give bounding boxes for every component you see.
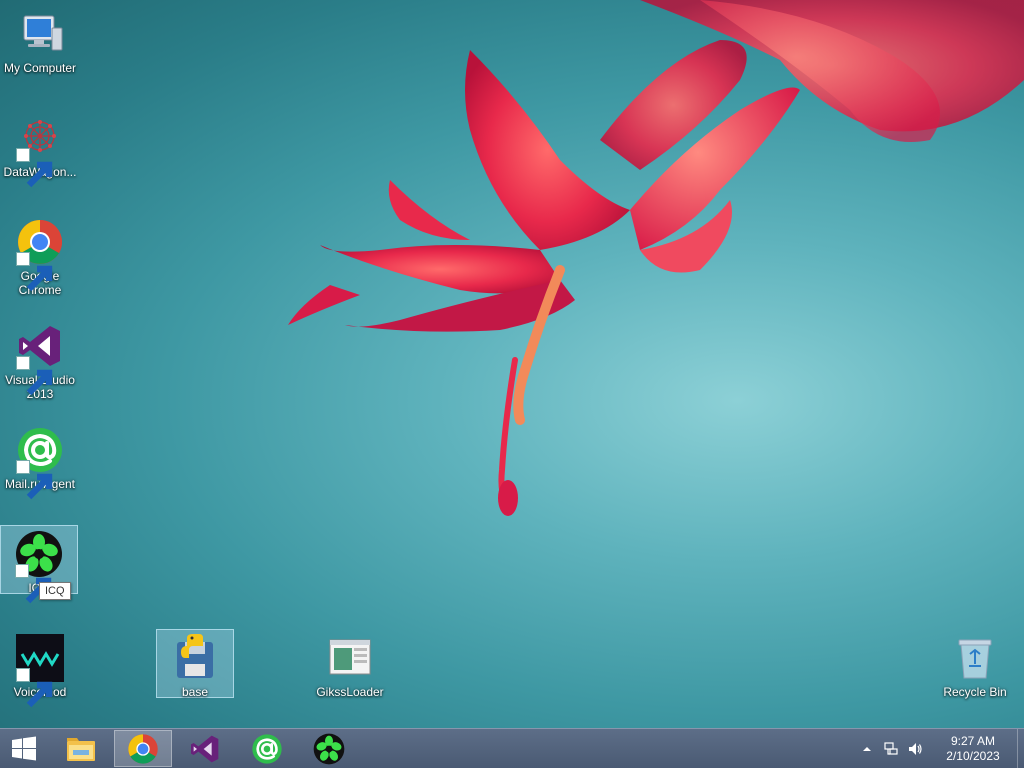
shortcut-arrow-icon	[16, 668, 53, 708]
taskbar-chrome[interactable]	[114, 730, 172, 767]
chevron-up-icon	[863, 746, 871, 751]
visual-studio-icon	[16, 322, 64, 396]
wallpaper-flower	[288, 0, 1024, 516]
datawagon-icon	[16, 114, 64, 188]
icq-icon	[313, 733, 345, 764]
windows-logo-icon	[12, 736, 36, 760]
icq-icon	[15, 530, 63, 604]
desktop-icon-label: base	[181, 685, 209, 699]
network-tray-button[interactable]	[879, 737, 903, 761]
mailru-agent-icon	[16, 426, 64, 500]
shortcut-arrow-icon	[16, 460, 53, 500]
taskbar-icq[interactable]	[300, 730, 358, 767]
volume-tray-button[interactable]	[903, 737, 927, 761]
shortcut-arrow-icon	[15, 564, 52, 604]
clock-date: 2/10/2023	[946, 748, 1000, 763]
chrome-icon	[16, 218, 64, 292]
taskbar: 9:27 AM 2/10/2023	[0, 728, 1024, 768]
visual-studio-icon	[191, 735, 219, 762]
show-desktop-button[interactable]	[1017, 729, 1024, 768]
taskbar-visual-studio[interactable]	[176, 730, 234, 767]
shortcut-arrow-icon	[16, 252, 53, 292]
desktop-icon-recycle-bin[interactable]: Recycle Bin	[936, 630, 1014, 702]
desktop-icon-visual-studio[interactable]: Visual Studio 2013	[1, 318, 79, 404]
mailru-agent-icon	[252, 733, 282, 764]
python-floppy-icon	[171, 634, 219, 682]
recycle-bin-icon	[951, 634, 999, 682]
voicemod-icon	[16, 634, 64, 708]
application-window-icon	[326, 634, 374, 682]
clock[interactable]: 9:27 AM 2/10/2023	[933, 734, 1013, 764]
desktop-icon-label: My Computer	[3, 61, 77, 75]
system-tray: 9:27 AM 2/10/2023	[855, 729, 1024, 768]
desktop-icon-label: Recycle Bin	[943, 685, 1007, 699]
start-button[interactable]	[0, 730, 48, 767]
desktop-icon-mailru-agent[interactable]: Mail.ru Agent	[1, 422, 79, 500]
network-icon	[884, 741, 898, 755]
taskbar-file-explorer[interactable]	[52, 730, 110, 767]
speaker-icon	[909, 742, 922, 755]
icq-tooltip: ICQ	[39, 582, 71, 600]
desktop-icon-label: GikssLoader	[316, 685, 384, 699]
desktop[interactable]: My Computer DataWagon... Google Chrome V…	[0, 0, 1024, 728]
desktop-icon-my-computer[interactable]: My Computer	[1, 6, 79, 78]
shortcut-arrow-icon	[16, 356, 53, 396]
desktop-icon-google-chrome[interactable]: Google Chrome	[1, 214, 79, 300]
desktop-icon-voicemod[interactable]: Voicemod	[1, 630, 79, 708]
desktop-icon-base[interactable]: base	[156, 629, 234, 699]
my-computer-icon	[16, 10, 64, 58]
desktop-icon-datawagon[interactable]: DataWagon...	[1, 110, 79, 188]
show-hidden-icons-button[interactable]	[855, 737, 879, 761]
desktop-icon-gikssloader[interactable]: GikssLoader	[311, 630, 389, 702]
clock-time: 9:27 AM	[950, 733, 996, 748]
file-explorer-icon	[67, 737, 95, 761]
shortcut-arrow-icon	[16, 148, 53, 188]
taskbar-mailru-agent[interactable]	[238, 730, 296, 767]
chrome-icon	[128, 733, 158, 764]
